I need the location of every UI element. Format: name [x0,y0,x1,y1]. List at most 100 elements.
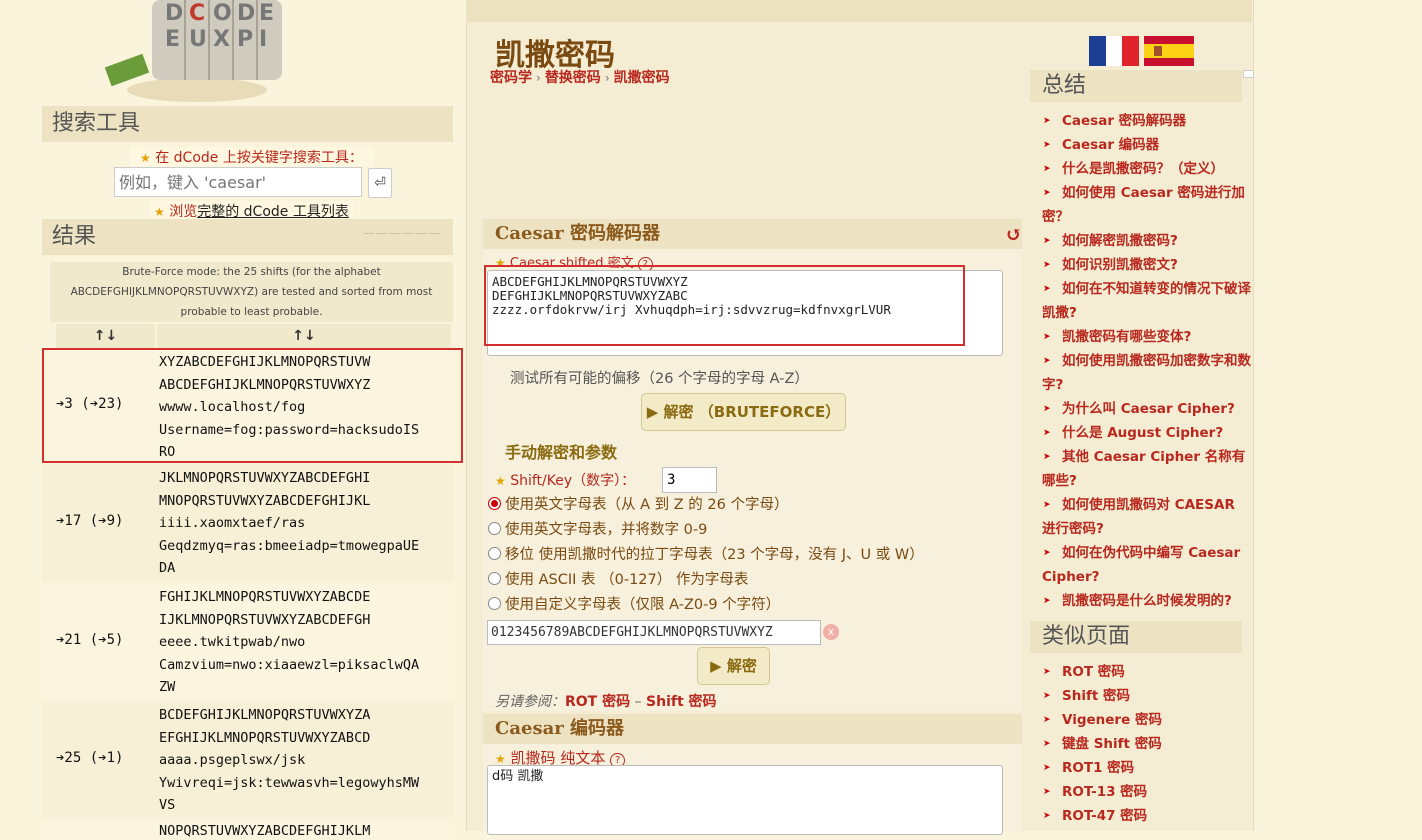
option-english-digits[interactable]: 使用英文字母表，并将数字 0-9 [488,519,924,541]
summary-item[interactable]: ➤ 如何使用凯撒码对 CAESAR 进行密码? [1030,493,1252,541]
search-button[interactable]: ⏎ [368,168,392,198]
sort-column-text[interactable]: ↑↓ [157,324,451,348]
radio-selected[interactable] [488,497,501,510]
summary-item[interactable]: ➤ 什么是 August Cipher? [1030,421,1252,445]
table-row[interactable]: ➔17 (➔9) JKLMNOPQRSTUVWXYZABCDEFGHI MNOP… [42,465,453,581]
svg-text:X: X [213,27,230,52]
result-line: eeee.twkitpwab/nwo [159,634,306,651]
results-header: 结果 —————— [42,219,453,255]
results-toolbar-icon[interactable]: —————— [363,219,441,247]
similar-item[interactable]: ➤ ROT-13 密码 [1030,780,1252,804]
search-intro: ★ 在 dCode 上按关键字搜索工具： [130,147,373,167]
clear-icon[interactable]: x [823,624,839,640]
star-icon: ★ [495,752,506,766]
collapse-icon[interactable] [1243,70,1254,78]
margin-left [0,0,42,831]
breadcrumb-caesar[interactable]: 凯撒密码 [614,70,670,86]
similar-item[interactable]: ➤ ROT-47 密码 [1030,804,1252,828]
encoder-title: Caesar 编码器 [483,714,1022,744]
table-row[interactable]: ➔21 (➔5) FGHIJKLMNOPQRSTUVWXYZABCDE IJKL… [42,584,453,699]
similar-item[interactable]: ➤ ROT1 密码 [1030,756,1252,780]
option-latin-alphabet[interactable]: 移位 使用凯撒时代的拉丁字母表（23 个字母，没有 J、U 或 W） [488,544,924,566]
summary-item[interactable]: ➤ 凯撒密码有哪些变体? [1030,325,1252,349]
bullet-icon: ➤ [1043,428,1051,438]
option-custom-alphabet[interactable]: 使用自定义字母表（仅限 A-Z0-9 个字符） [488,594,924,616]
bruteforce-button[interactable]: ▶ 解密 （BRUTEFORCE） [641,393,846,431]
svg-text:E: E [259,1,274,26]
summary-item[interactable]: ➤ 什么是凯撒密码？（定义） [1030,157,1252,181]
custom-alphabet-input[interactable] [487,620,821,645]
bullet-icon: ➤ [1043,811,1051,821]
summary-item[interactable]: ➤ 为什么叫 Caesar Cipher? [1030,397,1252,421]
summary-item[interactable]: ➤ 如何在伪代码中编写 Caesar Cipher? [1030,541,1252,589]
shift-value: ➔25 (➔1) [56,750,124,766]
plaintext-input[interactable]: d码 凯撒 [487,765,1003,835]
radio[interactable] [488,597,501,610]
summary-item[interactable]: ➤ 凯撒密码是什么时候发明的? [1030,589,1252,613]
highlight-box-result [42,348,463,463]
summary-item[interactable]: ➤ 如何使用凯撒密码加密数字和数字? [1030,349,1252,397]
svg-text:D: D [237,1,255,26]
see-also-rot[interactable]: ROT 密码 [565,694,630,710]
breadcrumb-crypto[interactable]: 密码学 [490,70,532,86]
summary-item[interactable]: ➤ Caesar 编码器 [1030,133,1252,157]
option-ascii[interactable]: 使用 ASCII 表 （0-127） 作为字母表 [488,569,924,591]
similar-item[interactable]: ➤ Shift 密码 [1030,684,1252,708]
similar-pages-header: 类似页面 [1030,621,1242,653]
bullet-icon: ➤ [1043,548,1051,558]
bullet-icon: ➤ [1043,284,1051,294]
test-all-label: 测试所有可能的偏移（26 个字母的字母 A-Z） [510,371,809,387]
result-line: Ywivreqi=jsk:tewwasvh=legowyhsMW [159,774,420,791]
result-line: DA [159,560,176,577]
summary-item[interactable]: ➤ 如何在不知道转变的情况下破译凯撒? [1030,277,1252,325]
dcode-logo[interactable]: DCODE EUXPI [97,0,297,106]
table-row[interactable]: NOPQRSTUVWXYZABCDEFGHIJKLM [42,820,453,840]
bruteforce-note: Brute-Force mode: the 25 shifts (for the… [50,262,453,322]
summary-item[interactable]: ➤ 如何识别凯撒密文? [1030,253,1252,277]
result-line: IJKLMNOPQRSTUVWXYZABCDEFGH [159,611,371,628]
summary-item[interactable]: ➤ 其他 Caesar Cipher 名称有哪些? [1030,445,1252,493]
see-also-shift[interactable]: Shift 密码 [646,694,717,710]
similar-item[interactable]: ➤ Vigenere 密码 [1030,708,1252,732]
result-line: NOPQRSTUVWXYZABCDEFGHIJKLM [159,823,371,839]
search-tools-header: 搜索工具 [42,106,453,142]
radio[interactable] [488,522,501,535]
summary-item[interactable]: ➤ 如何使用 Caesar 密码进行加密？ [1030,181,1252,229]
similar-item[interactable]: ➤ ROT 密码 [1030,660,1252,684]
summary-item[interactable]: ➤ Caesar 密码解码器 [1030,109,1252,133]
breadcrumb: 密码学 › 替换密码 › 凯撒密码 [490,70,670,86]
radio[interactable] [488,547,501,560]
french-flag-icon[interactable] [1089,36,1140,66]
breadcrumb-substitution[interactable]: 替换密码 [545,70,601,86]
bullet-icon: ➤ [1043,739,1051,749]
similar-item[interactable]: ➤ 键盘 Shift 密码 [1030,732,1252,756]
sort-column-shift[interactable]: ↑↓ [56,324,155,348]
search-input[interactable] [114,167,362,197]
bullet-icon: ➤ [1043,667,1051,677]
browse-tools-link[interactable]: 完整的 dCode 工具列表 [197,204,349,220]
left-column: DCODE EUXPI 搜索工具 ★ 在 dCode 上按关键字搜索工具： ⏎ … [42,0,463,840]
decoder-title: Caesar 密码解码器 ↺ [483,219,1022,249]
top-scroll-edge [466,0,1252,22]
svg-text:C: C [189,1,205,26]
bullet-icon: ➤ [1043,164,1051,174]
shift-value: ➔21 (➔5) [56,632,124,648]
table-row[interactable]: ➔25 (➔1) BCDEFGHIJKLMNOPQRSTUVWXYZA EFGH… [42,702,453,817]
highlight-box-ciphertext [484,265,965,346]
option-english-alphabet[interactable]: 使用英文字母表（从 A 到 Z 的 26 个字母） [488,494,924,516]
reset-icon[interactable]: ↺ [1005,219,1022,249]
result-line: EFGHIJKLMNOPQRSTUVWXYZABCD [159,729,371,746]
bullet-icon: ➤ [1043,500,1051,510]
decrypt-button[interactable]: ▶ 解密 [697,647,770,685]
similar-pages-list: ➤ ROT 密码 ➤ Shift 密码 ➤ Vigenere 密码 ➤ 键盘 Shift… [1030,660,1252,828]
result-line: iiii.xaomxtaef/ras [159,515,306,532]
bullet-icon: ➤ [1043,763,1051,773]
radio[interactable] [488,572,501,585]
svg-text:E: E [165,27,180,52]
result-line: MNOPQRSTUVWXYZABCDEFGHIJKL [159,492,371,509]
shift-key-input[interactable] [662,467,717,493]
shift-key-label: ★ Shift/Key（数字）： [495,473,636,489]
summary-item[interactable]: ➤ 如何解密凯撒密码? [1030,229,1252,253]
bullet-icon: ➤ [1043,787,1051,797]
spanish-flag-icon[interactable] [1144,36,1194,66]
